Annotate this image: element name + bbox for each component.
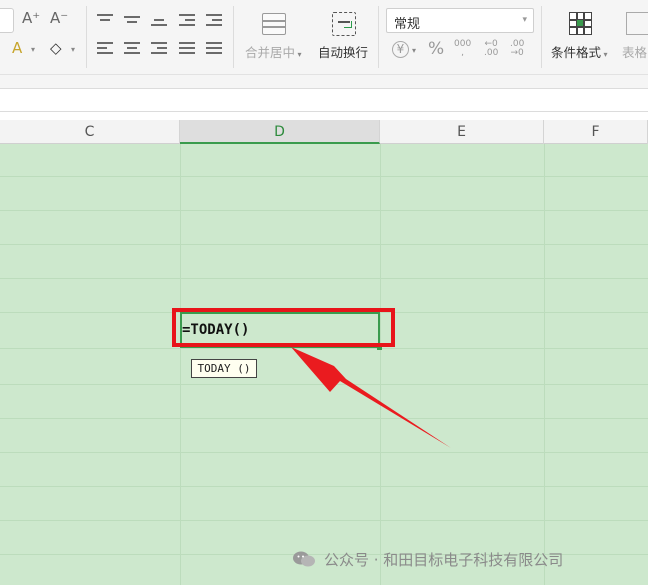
wechat-icon [293,551,315,567]
increase-decimal-icon[interactable]: .00 →0 [510,40,524,58]
increase-font-size-icon[interactable]: A⁺ [22,10,40,26]
annotation-highlight-box [172,308,395,347]
row-gridline [0,520,648,521]
ribbon-divider [86,6,87,68]
font-size-field[interactable] [0,8,14,33]
align-middle-icon[interactable] [124,16,140,26]
chevron-down-icon: ▾ [522,15,527,25]
table-style-button[interactable]: 表格 [622,42,647,61]
column-header-e[interactable]: E [380,120,544,144]
header-spacer [0,112,648,120]
row-gridline [0,418,648,419]
ribbon-toolbar: A⁺ A⁻ A ▾ ◇ ▾ 合并居中 ▾ 自动换行 常规 ▾ ¥ ▾ % 000… [0,0,648,75]
eraser-dropdown-icon[interactable]: ▾ [71,45,75,54]
number-format-select[interactable]: 常规 ▾ [386,8,534,33]
align-center-icon[interactable] [124,42,140,57]
thousands-separator-icon[interactable]: 000, [454,40,471,58]
distributed-icon[interactable] [206,42,222,57]
column-header-f[interactable]: F [544,120,648,144]
conditional-format-button[interactable]: 条件格式 ▾ [551,42,608,61]
ribbon-bottom-gap [0,75,648,88]
ribbon-divider [233,6,234,68]
formula-bar[interactable] [0,88,648,112]
wrap-text-button[interactable]: 自动换行 [318,42,368,61]
function-tooltip: TODAY () [191,359,257,378]
row-gridline [0,278,648,279]
align-top-icon[interactable] [97,14,113,24]
align-right-icon[interactable] [151,42,167,57]
align-bottom-icon[interactable] [151,19,167,29]
decrease-decimal-icon[interactable]: ←0.00 [484,40,498,58]
ribbon-divider [378,6,379,68]
decrease-indent-icon[interactable] [179,14,195,29]
align-left-icon[interactable] [97,42,113,57]
wrap-text-icon[interactable] [332,12,356,36]
ribbon-divider [541,6,542,68]
row-gridline [0,452,648,453]
row-gridline [0,348,648,349]
row-gridline [0,244,648,245]
eraser-icon[interactable]: ◇ [50,40,62,56]
font-color-icon[interactable]: A [12,40,22,56]
currency-dropdown-icon[interactable]: ▾ [412,46,416,55]
column-header-c[interactable]: C [0,120,180,144]
row-gridline [0,384,648,385]
percent-icon[interactable]: % [428,41,444,58]
conditional-format-icon[interactable] [569,12,592,35]
row-gridline [0,210,648,211]
spreadsheet-grid[interactable] [0,144,648,585]
number-format-value: 常规 [394,17,421,32]
column-header-row: C D E F [0,120,648,144]
column-header-d[interactable]: D [180,120,380,144]
table-style-icon[interactable] [626,12,648,35]
watermark-text: 公众号 · 和田目标电子科技有限公司 [324,551,564,569]
justify-icon[interactable] [179,42,195,57]
currency-icon[interactable]: ¥ [392,41,409,58]
merge-center-button[interactable]: 合并居中 ▾ [245,42,302,61]
decrease-font-size-icon[interactable]: A⁻ [50,10,68,26]
merge-cells-icon[interactable] [262,13,286,35]
row-gridline [0,486,648,487]
font-color-dropdown-icon[interactable]: ▾ [31,45,35,54]
row-gridline [0,176,648,177]
increase-indent-icon[interactable] [206,14,222,29]
